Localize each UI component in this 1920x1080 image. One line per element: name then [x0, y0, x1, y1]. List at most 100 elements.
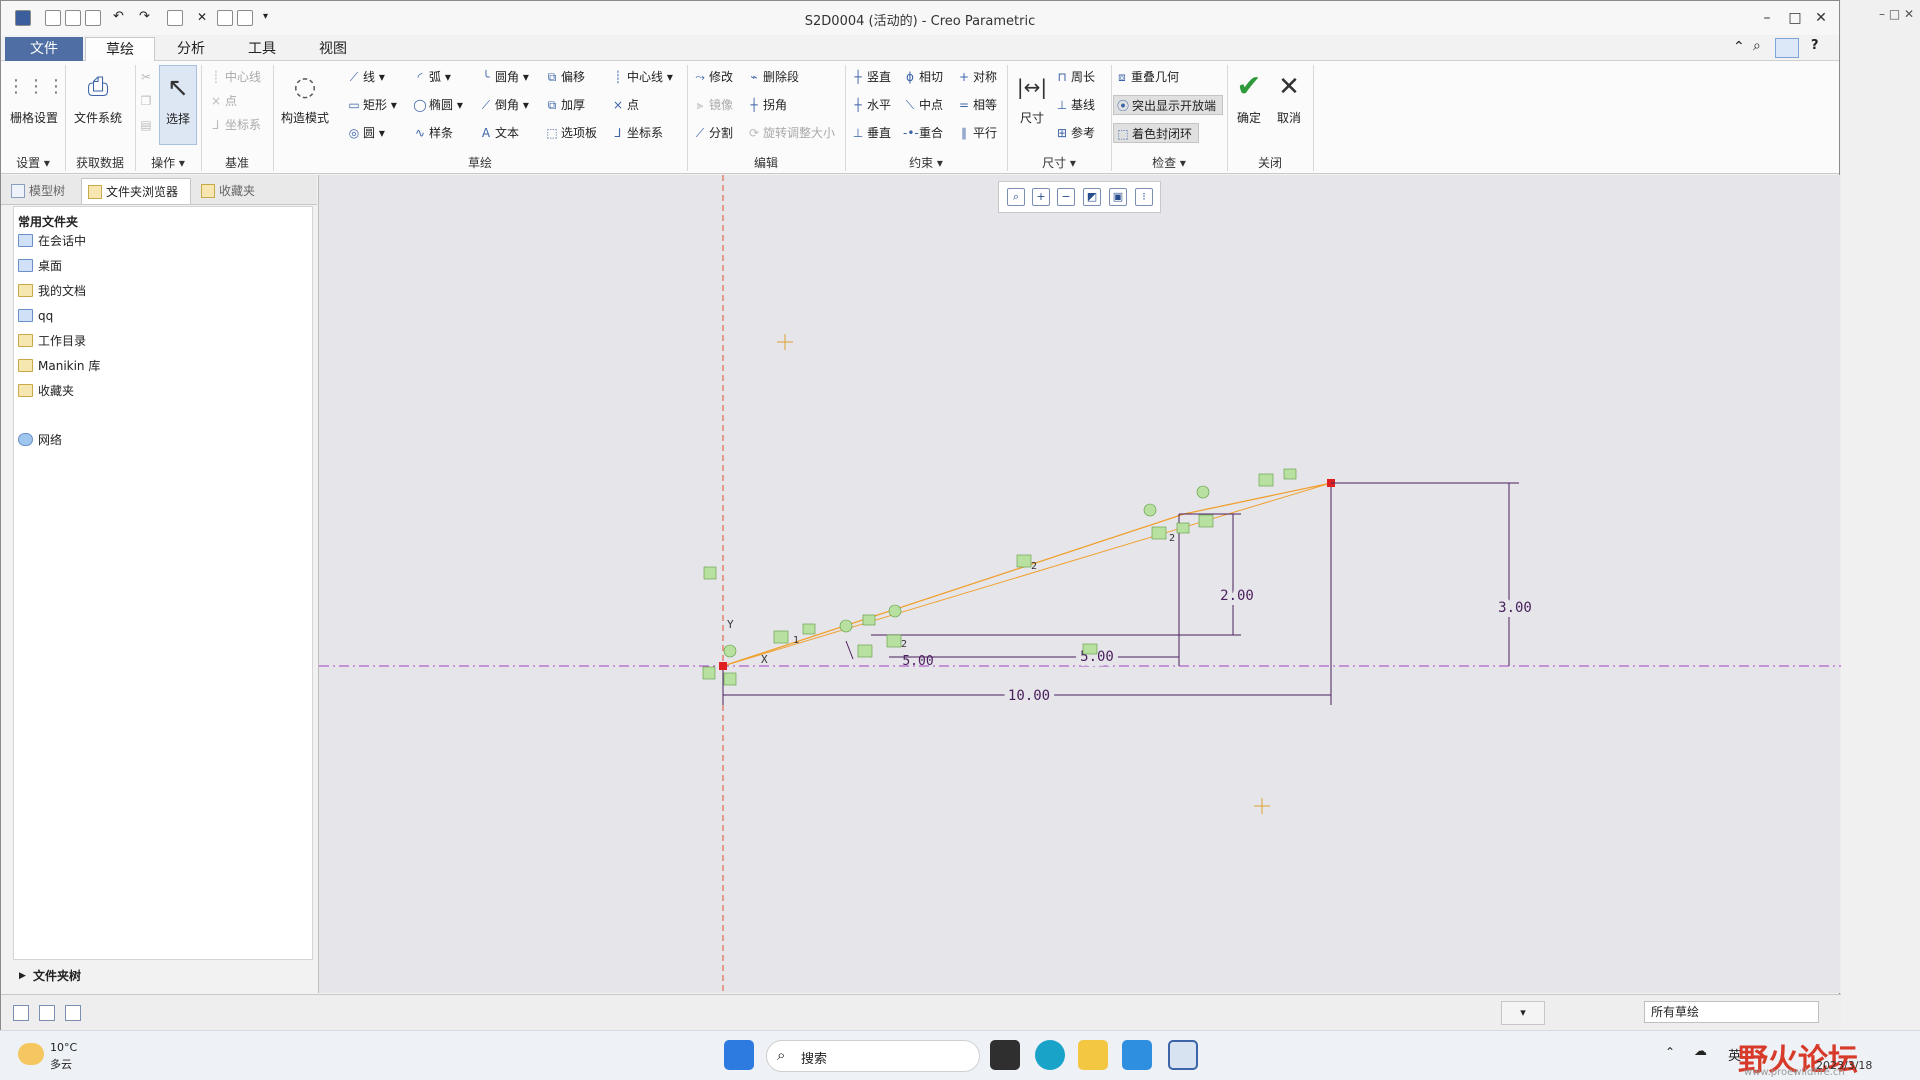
- graphics-window[interactable]: Y X 10.00 5.00 5.00 3.00 2.00 2 2 2 1: [318, 175, 1841, 993]
- dimension-5-b[interactable]: 5.00: [902, 654, 933, 669]
- sketch-canvas[interactable]: Y X 10.00 5.00 5.00 3.00 2.00 2 2 2 1: [319, 175, 1841, 993]
- grid-settings-button[interactable]: ⋮⋮⋮ 栅格设置: [7, 65, 65, 145]
- parallel-constraint-glyph[interactable]: [1198, 514, 1214, 528]
- nav-item-qq[interactable]: qq: [18, 306, 53, 326]
- equal-constraint-glyph[interactable]: [1176, 522, 1190, 534]
- parallel-constraint-glyph[interactable]: [886, 634, 902, 648]
- copy-button[interactable]: ❐: [139, 91, 155, 111]
- tangent-constraint-glyph[interactable]: [702, 666, 716, 680]
- help-center-icon[interactable]: [1775, 38, 1799, 58]
- chamfer-button[interactable]: ⟋ 倒角 ▾: [479, 95, 529, 115]
- parallel-constraint-glyph[interactable]: [1258, 473, 1274, 487]
- refit-icon[interactable]: ⌕: [1007, 188, 1025, 206]
- help-icon[interactable]: ?: [1811, 38, 1819, 53]
- group-operations[interactable]: 操作 ▾: [135, 153, 201, 173]
- paste-button[interactable]: ▤: [139, 115, 155, 135]
- tangent-constraint-glyph[interactable]: [1143, 503, 1157, 517]
- coincident-constraint[interactable]: -•-重合: [903, 123, 943, 143]
- tangent-constraint-glyph[interactable]: [723, 644, 737, 658]
- arc-button[interactable]: ◜ 弧 ▾: [413, 67, 451, 87]
- zoom-out-icon[interactable]: −: [1057, 188, 1075, 206]
- nav-item-favorites[interactable]: 收藏夹: [18, 381, 74, 401]
- rectangle-button[interactable]: ▭ 矩形 ▾: [347, 95, 397, 115]
- sketch-line[interactable]: [722, 482, 1332, 667]
- parallel-constraint-glyph[interactable]: [1151, 526, 1167, 540]
- datum-centerline[interactable]: ┊ 中心线: [209, 67, 261, 87]
- equal-constraint-glyph[interactable]: [862, 614, 876, 626]
- parallel-constraint-glyph[interactable]: [857, 644, 873, 658]
- tangent-constraint-glyph[interactable]: [1196, 485, 1210, 499]
- weather-icon[interactable]: [18, 1043, 44, 1065]
- repaint-icon[interactable]: ◩: [1083, 188, 1101, 206]
- tangent-constraint-glyph[interactable]: [723, 672, 737, 686]
- sketcher-display-filter-icon[interactable]: ⁝: [1135, 188, 1153, 206]
- edge-icon[interactable]: [1035, 1040, 1065, 1070]
- overlapping-geometry-button[interactable]: ⧈ 重叠几何: [1115, 67, 1179, 87]
- vertical-constraint-glyph[interactable]: [703, 566, 717, 580]
- cancel-button[interactable]: ✕ 取消: [1263, 65, 1315, 145]
- datum-coordsys[interactable]: ⅃ 坐标系: [209, 115, 261, 135]
- nav-item-network[interactable]: 网络: [18, 430, 62, 450]
- line-button[interactable]: ⟋ 线 ▾: [347, 67, 385, 87]
- select-button[interactable]: ↖ 选择: [159, 65, 197, 145]
- divide-button[interactable]: ⟋ 分割: [693, 123, 733, 143]
- construction-mode-button[interactable]: ◌ 构造模式: [277, 65, 333, 145]
- tab-tools[interactable]: 工具: [227, 37, 297, 61]
- toggle-browser-icon[interactable]: [39, 1005, 55, 1021]
- tab-file[interactable]: 文件: [5, 37, 83, 61]
- minimize-button[interactable]: –: [1757, 8, 1777, 28]
- collapse-ribbon-icon[interactable]: ⌃: [1733, 39, 1745, 55]
- zoom-in-icon[interactable]: +: [1032, 188, 1050, 206]
- sketch-point-button[interactable]: × 点: [611, 95, 639, 115]
- dimension-10[interactable]: 10.00: [1003, 683, 1055, 709]
- parallel-constraint-glyph[interactable]: [1016, 554, 1032, 568]
- equal-constraint-glyph[interactable]: [802, 623, 816, 635]
- modify-button[interactable]: ⤳ 修改: [693, 67, 733, 87]
- perimeter-button[interactable]: ⊓ 周长: [1055, 67, 1095, 87]
- tab-analysis[interactable]: 分析: [157, 37, 225, 61]
- ellipse-button[interactable]: ◯ 椭圆 ▾: [413, 95, 463, 115]
- highlight-open-ends-button[interactable]: ⦿ 突出显示开放端: [1113, 95, 1223, 115]
- task-view-icon[interactable]: [990, 1040, 1020, 1070]
- vertical-constraint[interactable]: ┼ 竖直: [851, 67, 891, 87]
- tab-model-tree[interactable]: 模型树: [5, 178, 77, 204]
- group-inspect[interactable]: 检查 ▾: [1111, 153, 1227, 173]
- datum-point[interactable]: × 点: [209, 91, 237, 111]
- tangent-constraint-glyph[interactable]: [839, 619, 853, 633]
- text-button[interactable]: A 文本: [479, 123, 519, 143]
- creo-taskbar-icon[interactable]: [1168, 1040, 1198, 1070]
- tab-folder-browser[interactable]: 文件夹浏览器: [81, 178, 191, 204]
- cloud-icon[interactable]: ☁: [1694, 1044, 1707, 1059]
- corner-button[interactable]: ┼ 拐角: [747, 95, 787, 115]
- group-dimension[interactable]: 尺寸 ▾: [1007, 153, 1111, 173]
- tangent-constraint[interactable]: ϕ 相切: [903, 67, 943, 87]
- nav-item-in-session[interactable]: 在会话中: [18, 231, 86, 251]
- full-screen-icon[interactable]: [65, 1005, 81, 1021]
- tab-favorites[interactable]: 收藏夹: [195, 178, 267, 204]
- tangent-constraint-glyph[interactable]: [888, 604, 902, 618]
- group-constrain[interactable]: 约束 ▾: [845, 153, 1007, 173]
- toggle-navigator-icon[interactable]: [13, 1005, 29, 1021]
- spline-button[interactable]: ∿ 样条: [413, 123, 453, 143]
- nav-item-documents[interactable]: 我的文档: [18, 281, 86, 301]
- palette-button[interactable]: ⬚ 选项板: [545, 123, 597, 143]
- parallel-constraint-glyph[interactable]: [773, 630, 789, 644]
- nav-item-manikin[interactable]: Manikin 库: [18, 356, 100, 376]
- tray-arrow-icon[interactable]: ⌃: [1665, 1045, 1675, 1059]
- fillet-button[interactable]: ╰ 圆角 ▾: [479, 67, 528, 87]
- sketch-centerline-button[interactable]: ┊ 中心线 ▾: [611, 67, 672, 87]
- sketch-coordsys-button[interactable]: ⅃ 坐标系: [611, 123, 663, 143]
- dimension-button[interactable]: |↔| 尺寸: [1011, 65, 1053, 145]
- mirror-button[interactable]: ⫸ 镜像: [693, 95, 733, 115]
- start-icon[interactable]: [724, 1040, 754, 1070]
- dimension-3[interactable]: 3.00: [1493, 595, 1537, 621]
- tab-sketch[interactable]: 草绘: [85, 37, 155, 61]
- sketch-endpoint[interactable]: [719, 662, 727, 670]
- perpendicular-constraint[interactable]: ⊥ 垂直: [851, 123, 891, 143]
- tab-view[interactable]: 视图: [299, 37, 367, 61]
- dimension-2[interactable]: 2.00: [1215, 583, 1259, 609]
- nav-item-desktop[interactable]: 桌面: [18, 256, 62, 276]
- app-icon[interactable]: [1122, 1040, 1152, 1070]
- find-icon[interactable]: ▾: [1501, 1001, 1545, 1025]
- taskbar-search[interactable]: ⌕ 搜索: [766, 1040, 980, 1072]
